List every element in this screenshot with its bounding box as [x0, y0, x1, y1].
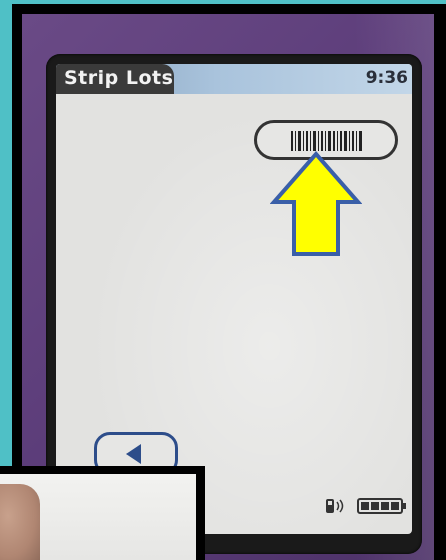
title-tab: Strip Lots [56, 64, 174, 94]
wireless-signal-icon [326, 499, 344, 513]
status-icons [326, 498, 406, 514]
up-arrow-icon [270, 150, 362, 256]
lcd-screen: Strip Lots 9:36 [56, 64, 412, 534]
inset-photo [0, 466, 205, 560]
clock: 9:36 [365, 68, 408, 88]
screen-title: Strip Lots [64, 67, 174, 89]
battery-icon [357, 498, 406, 514]
finger-image [0, 484, 40, 560]
barcode-icon [291, 131, 362, 151]
inset-photo-content [0, 474, 196, 560]
left-triangle-icon [126, 444, 141, 464]
title-bar: Strip Lots 9:36 [56, 64, 412, 94]
